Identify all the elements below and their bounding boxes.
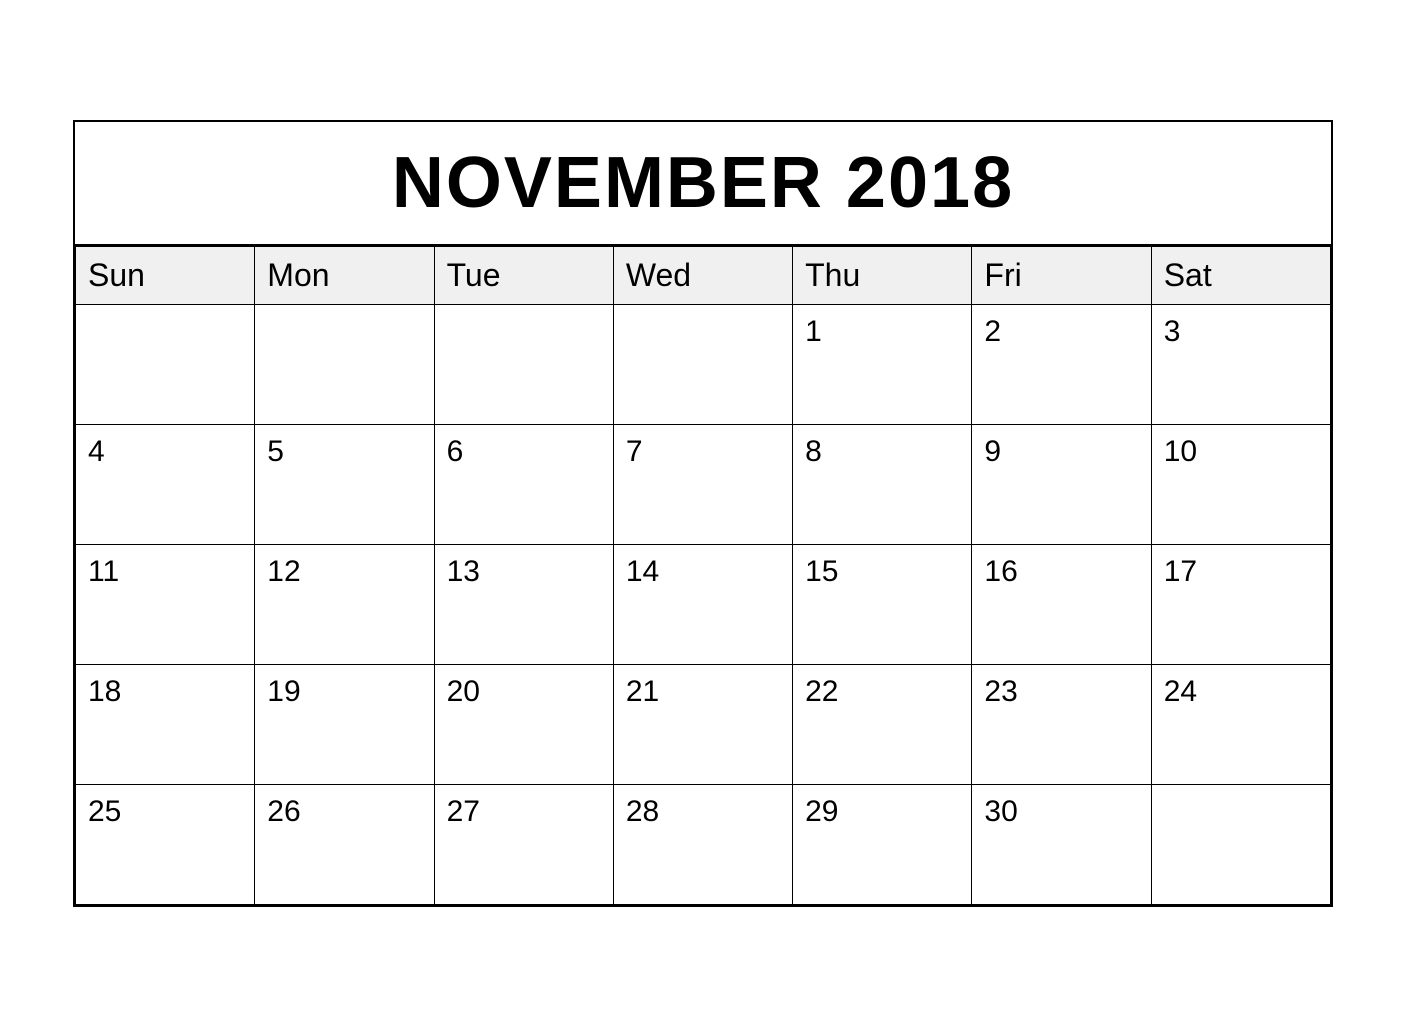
calendar-cell[interactable] <box>434 304 613 424</box>
calendar-cell[interactable]: 1 <box>793 304 972 424</box>
day-number: 14 <box>626 555 659 588</box>
calendar-cell[interactable]: 2 <box>972 304 1151 424</box>
day-number: 18 <box>88 675 121 708</box>
calendar-week-2: 11 12 13 14 15 16 17 <box>76 544 1331 664</box>
calendar-cell[interactable]: 20 <box>434 664 613 784</box>
day-header-sun: Sun <box>76 246 255 304</box>
calendar-cell[interactable]: 25 <box>76 784 255 904</box>
day-number: 5 <box>267 435 284 468</box>
day-number: 19 <box>267 675 300 708</box>
calendar-week-4: 25 26 27 28 29 30 <box>76 784 1331 904</box>
day-number: 11 <box>88 555 119 588</box>
calendar-cell[interactable]: 9 <box>972 424 1151 544</box>
calendar-cell[interactable]: 18 <box>76 664 255 784</box>
calendar-cell[interactable]: 19 <box>255 664 434 784</box>
calendar-week-3: 18 19 20 21 22 23 24 <box>76 664 1331 784</box>
calendar-cell[interactable]: 30 <box>972 784 1151 904</box>
calendar-cell[interactable]: 12 <box>255 544 434 664</box>
day-number: 8 <box>805 435 822 468</box>
calendar-week-1: 4 5 6 7 8 9 10 <box>76 424 1331 544</box>
day-number: 30 <box>984 795 1017 828</box>
calendar-cell[interactable]: 7 <box>613 424 792 544</box>
day-headers-row: SunMonTueWedThuFriSat <box>76 246 1331 304</box>
day-header-thu: Thu <box>793 246 972 304</box>
day-number: 15 <box>805 555 838 588</box>
day-number: 24 <box>1164 675 1197 708</box>
day-number: 3 <box>1164 315 1181 348</box>
calendar-cell[interactable]: 13 <box>434 544 613 664</box>
day-number: 25 <box>88 795 121 828</box>
day-number: 16 <box>984 555 1017 588</box>
calendar-cell[interactable]: 11 <box>76 544 255 664</box>
calendar-header: NOVEMBER 2018 <box>75 122 1331 246</box>
calendar-cell[interactable]: 29 <box>793 784 972 904</box>
day-number: 10 <box>1164 435 1197 468</box>
day-number: 26 <box>267 795 300 828</box>
day-number: 21 <box>626 675 659 708</box>
calendar-cell[interactable] <box>76 304 255 424</box>
calendar-cell[interactable]: 8 <box>793 424 972 544</box>
calendar-cell[interactable]: 3 <box>1151 304 1330 424</box>
calendar-cell[interactable]: 26 <box>255 784 434 904</box>
day-number: 6 <box>447 435 464 468</box>
day-number: 17 <box>1164 555 1197 588</box>
calendar-cell[interactable]: 24 <box>1151 664 1330 784</box>
day-number: 9 <box>984 435 1001 468</box>
day-number: 23 <box>984 675 1017 708</box>
calendar-cell[interactable]: 15 <box>793 544 972 664</box>
calendar-cell[interactable]: 28 <box>613 784 792 904</box>
day-number: 22 <box>805 675 838 708</box>
calendar-cell[interactable]: 17 <box>1151 544 1330 664</box>
day-number: 20 <box>447 675 480 708</box>
calendar-cell[interactable]: 14 <box>613 544 792 664</box>
calendar-cell[interactable] <box>613 304 792 424</box>
day-header-wed: Wed <box>613 246 792 304</box>
day-header-tue: Tue <box>434 246 613 304</box>
calendar-cell[interactable]: 5 <box>255 424 434 544</box>
day-number: 2 <box>984 315 1001 348</box>
calendar-cell[interactable] <box>1151 784 1330 904</box>
calendar-cell[interactable]: 27 <box>434 784 613 904</box>
day-number: 13 <box>447 555 480 588</box>
calendar-cell[interactable] <box>255 304 434 424</box>
day-number: 28 <box>626 795 659 828</box>
day-header-mon: Mon <box>255 246 434 304</box>
day-header-fri: Fri <box>972 246 1151 304</box>
calendar-cell[interactable]: 22 <box>793 664 972 784</box>
calendar-container: NOVEMBER 2018 SunMonTueWedThuFriSat 1234… <box>73 120 1333 907</box>
calendar-cell[interactable]: 16 <box>972 544 1151 664</box>
calendar-cell[interactable]: 23 <box>972 664 1151 784</box>
calendar-cell[interactable]: 21 <box>613 664 792 784</box>
calendar-week-0: 1 2 3 <box>76 304 1331 424</box>
day-number: 12 <box>267 555 300 588</box>
day-header-sat: Sat <box>1151 246 1330 304</box>
day-number: 29 <box>805 795 838 828</box>
calendar-cell[interactable]: 10 <box>1151 424 1330 544</box>
calendar-title: NOVEMBER 2018 <box>392 143 1014 223</box>
day-number: 4 <box>88 435 105 468</box>
day-number: 7 <box>626 435 643 468</box>
day-number: 1 <box>805 315 822 348</box>
calendar-cell[interactable]: 4 <box>76 424 255 544</box>
calendar-grid: SunMonTueWedThuFriSat 123456789101112131… <box>75 246 1331 905</box>
day-number: 27 <box>447 795 480 828</box>
calendar-cell[interactable]: 6 <box>434 424 613 544</box>
